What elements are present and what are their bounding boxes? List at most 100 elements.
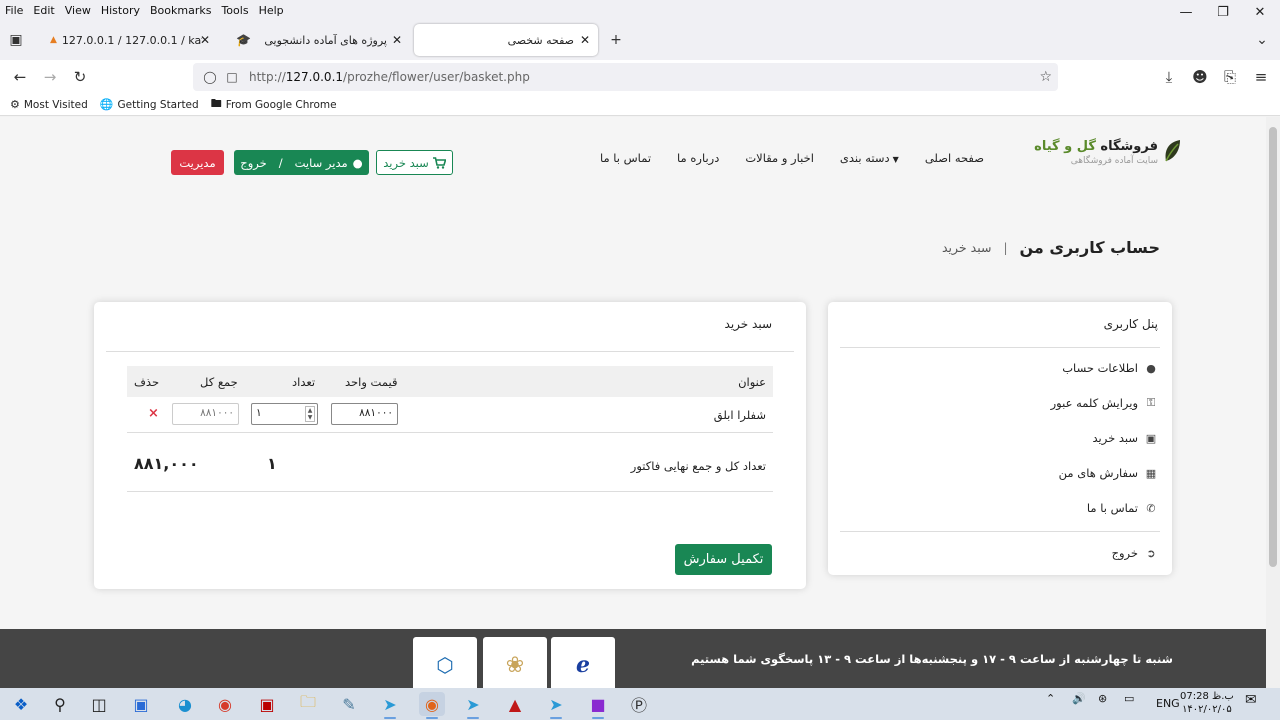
file-explorer-icon[interactable]: 🗀 (295, 692, 321, 716)
reload-icon[interactable]: ↻ (67, 65, 93, 89)
close-tab-icon[interactable]: ✕ (392, 33, 402, 47)
list-tabs-icon[interactable]: ⌄ (1250, 28, 1274, 52)
divider (106, 351, 794, 352)
forward-icon[interactable]: → (37, 65, 63, 89)
close-tab-icon[interactable]: ✕ (580, 33, 590, 47)
graduation-cap-icon: 🎓 (236, 33, 251, 47)
telegram-icon[interactable]: ➤ (543, 692, 569, 719)
address-bar[interactable]: ◯ □ http://127.0.0.1/prozhe/flower/user/… (193, 63, 1058, 91)
clock-date: ۱۴۰۲/۰۲/۰۵ (1182, 704, 1232, 715)
tab-phpmyadmin[interactable]: ▲ 127.0.0.1 / 127.0.0.1 / kafemobile ✕ (40, 24, 218, 56)
logout-link[interactable]: خروج (240, 156, 266, 170)
quantity-stepper[interactable]: ۱ ▲ ▼ (251, 403, 318, 425)
phpstorm-icon[interactable]: ■ (585, 692, 611, 719)
basket-card: سبد خرید عنوان قیمت واحد تعداد جمع کل حذ… (94, 302, 806, 589)
start-icon[interactable]: ❖ (8, 692, 34, 716)
bookmark-folder-chrome[interactable]: 🖿 From Google Chrome (211, 95, 337, 114)
extensions-icon[interactable]: ⎘ (1217, 65, 1243, 89)
menu-history[interactable]: History (96, 4, 145, 17)
col-delete: حذف (134, 375, 160, 389)
table-header: عنوان قیمت واحد تعداد جمع کل حذف (127, 366, 773, 397)
menu-edit[interactable]: Edit (28, 4, 59, 17)
menu-file[interactable]: File (0, 4, 28, 17)
bookmark-star-icon[interactable]: ☆ (1039, 69, 1052, 85)
task-view-icon[interactable]: ◫ (86, 692, 112, 716)
user-name[interactable]: مدیر سایت (295, 156, 348, 170)
notification-icon[interactable]: ✉ (1245, 692, 1257, 708)
sidebar-item-orders[interactable]: ▦ سفارش های من (1059, 466, 1158, 480)
site-footer: شنبه تا چهارشنبه از ساعت ۹ - ۱۷ و پنجشنب… (0, 629, 1266, 688)
tab-profile[interactable]: صفحه شخصی ✕ (414, 24, 598, 56)
product-name: شفلرا ابلق (713, 408, 766, 422)
samandehi-badge[interactable]: ❀ (483, 637, 547, 688)
sidebar-item-cart[interactable]: ▣ سبد خرید (1093, 431, 1159, 445)
new-tab-icon[interactable]: + (604, 28, 628, 52)
summary-row: تعداد کل و جمع نهایی فاکتور ۱ ۸۸۱,۰۰۰ (127, 434, 773, 492)
battery-icon[interactable]: ▭ (1124, 692, 1134, 705)
menu-tools[interactable]: Tools (216, 4, 253, 17)
tray-chevron-icon[interactable]: ⌃ (1046, 692, 1055, 705)
gear-icon: ⚙ (10, 98, 20, 111)
tab-projects[interactable]: 🎓 پروژه های آماده دانشجویی ✕ (226, 24, 410, 56)
delete-icon[interactable]: × (148, 406, 159, 421)
acrobat-icon[interactable]: ▲ (502, 692, 528, 716)
downloads-icon[interactable]: ⤓ (1156, 65, 1182, 89)
admin-button[interactable]: مدیریت (171, 150, 224, 175)
nav-contact[interactable]: تماس با ما (600, 151, 651, 165)
menu-help[interactable]: Help (254, 4, 289, 17)
col-unit-price: قیمت واحد (345, 375, 398, 389)
ecunion-badge[interactable]: ⬡ (413, 637, 477, 688)
notepad-icon[interactable]: ✎ (336, 692, 362, 716)
store-icon[interactable]: ▣ (128, 692, 154, 716)
bookmark-getting-started[interactable]: 🌐 Getting Started (100, 98, 199, 111)
firefox-icon[interactable]: ◉ (419, 692, 445, 719)
clock[interactable]: 07:28 ب.ظ ۱۴۰۲/۰۲/۰۵ (1180, 690, 1234, 716)
bookmark-most-visited[interactable]: ⚙ Most Visited (10, 98, 88, 111)
row-total-field: ۸۸۱۰۰۰ (172, 403, 239, 425)
page-scrollbar[interactable] (1266, 117, 1280, 688)
app-menu-icon[interactable]: ≡ (1248, 65, 1274, 89)
shield-icon[interactable]: ◯ (199, 70, 221, 84)
app-p-icon[interactable]: Ⓟ (626, 692, 652, 716)
sidebar-item-contact[interactable]: ✆ تماس با ما (1087, 501, 1158, 515)
unit-price-field[interactable]: ۸۸۱۰۰۰ (331, 403, 398, 425)
nav-news[interactable]: اخبار و مقالات (745, 151, 814, 165)
checkout-button[interactable]: تکمیل سفارش (675, 544, 772, 575)
telegram-icon[interactable]: ➤ (377, 692, 403, 719)
edge-icon[interactable]: ◕ (172, 692, 198, 716)
site-logo[interactable]: فروشگاه گل و گیاه سایت آماده فروشگاهی (1034, 139, 1180, 166)
nav-toolbar: ← → ↻ ◯ □ http://127.0.0.1/prozhe/flower… (0, 60, 1280, 94)
tab-overview-icon[interactable]: ▣ (4, 28, 28, 52)
telegram-icon[interactable]: ➤ (460, 692, 486, 719)
enamad-badge[interactable]: ℯ (551, 637, 615, 688)
account-icon[interactable]: ☻ (1187, 65, 1213, 89)
sign-out-icon: ➲ (1146, 546, 1156, 560)
sidebar-item-password[interactable]: ⚿ ویرایش کلمه عبور (1051, 396, 1158, 410)
user-menu-button[interactable]: خروج / مدیر سایت ● (234, 150, 369, 175)
search-icon[interactable]: ⚲ (47, 692, 73, 716)
menu-view[interactable]: View (60, 4, 96, 17)
url-text[interactable]: http://127.0.0.1/prozhe/flower/user/bask… (249, 70, 530, 84)
sidebar-item-account[interactable]: ● اطلاعات حساب (1062, 361, 1158, 375)
volume-icon[interactable]: 🔊 (1072, 692, 1086, 705)
nav-categories[interactable]: دسته بندی ▼ (840, 151, 899, 165)
wifi-icon[interactable]: ⊛ (1098, 692, 1107, 705)
back-icon[interactable]: ← (7, 65, 33, 89)
bookmarks-toolbar: ⚙ Most Visited 🌐 Getting Started 🖿 From Goo… (0, 94, 1280, 116)
stepper-arrows-icon[interactable]: ▲ ▼ (305, 406, 315, 422)
table-row: شفلرا ابلق ۸۸۱۰۰۰ ۱ ▲ ▼ ۸۸۱۰۰۰ × (127, 397, 773, 433)
cart-button[interactable]: سبد خرید (376, 150, 453, 175)
language-indicator[interactable]: ENG (1156, 697, 1180, 710)
sidebar-item-logout[interactable]: ➲ خروج (1112, 546, 1158, 560)
user-panel-title: پنل کاربری (1103, 317, 1158, 331)
taskbar: ❖ ⚲ ◫ ▣ ◕ ◉ ▣ 🗀 ✎ ➤ ◉ ➤ ▲ ➤ ■ Ⓟ ⌃ 🔊 ⊛ ▭ … (0, 688, 1280, 720)
page-info-icon[interactable]: □ (221, 70, 243, 84)
scrollbar-thumb[interactable] (1269, 127, 1277, 567)
nav-home[interactable]: صفحه اصلی (925, 151, 984, 165)
close-tab-icon[interactable]: ✕ (200, 33, 210, 47)
user-icon: ● (1146, 361, 1156, 375)
menu-bookmarks[interactable]: Bookmarks (145, 4, 216, 17)
chrome-icon[interactable]: ◉ (212, 692, 238, 716)
nav-about[interactable]: درباره ما (677, 151, 719, 165)
app-icon[interactable]: ▣ (254, 692, 280, 716)
